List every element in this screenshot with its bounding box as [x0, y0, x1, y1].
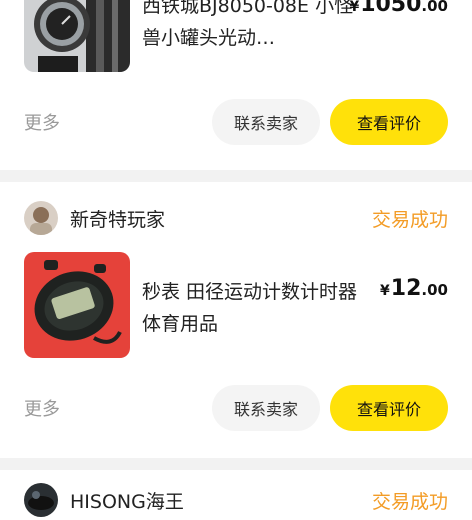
- order-actions: 更多 联系卖家 查看评价: [24, 98, 448, 146]
- contact-seller-button[interactable]: 联系卖家: [211, 99, 320, 145]
- more-link[interactable]: 更多: [24, 395, 212, 421]
- status-badge: 交易成功: [371, 490, 448, 513]
- stopwatch-thumbnail: [24, 252, 130, 358]
- product-price: ¥12.00: [380, 276, 448, 301]
- avatar[interactable]: [24, 483, 58, 517]
- product-image-stopwatch[interactable]: [24, 252, 130, 358]
- order-card[interactable]: 西铁城BJ8050-08E 小怪兽小罐头光动… ¥1050.00 更多 联系卖家…: [0, 0, 472, 168]
- card-divider: [0, 170, 472, 182]
- order-card[interactable]: 新奇特玩家 交易成功 秒表 田径运动计数计时器 体育用品 ¥12.00 更多 联…: [0, 182, 472, 458]
- contact-seller-button[interactable]: 联系卖家: [211, 385, 320, 431]
- more-link[interactable]: 更多: [24, 109, 212, 135]
- view-review-button[interactable]: 查看评价: [330, 99, 448, 145]
- product-image-watch[interactable]: [24, 0, 130, 72]
- seller-avatar-image: [24, 483, 58, 517]
- seller-row[interactable]: HISONG海王 交易成功: [24, 480, 448, 520]
- seller-name[interactable]: HISONG海王: [70, 487, 372, 514]
- product-price: ¥1050.00: [349, 0, 448, 17]
- seller-row[interactable]: 新奇特玩家 交易成功: [24, 198, 448, 238]
- order-actions: 更多 联系卖家 查看评价: [24, 384, 448, 432]
- avatar[interactable]: [24, 201, 58, 235]
- seller-avatar-image: [24, 201, 58, 235]
- order-card[interactable]: HISONG海王 交易成功: [0, 470, 472, 520]
- seller-name[interactable]: 新奇特玩家: [70, 205, 372, 232]
- watch-thumbnail: [24, 0, 130, 72]
- product-title[interactable]: 西铁城BJ8050-08E 小怪兽小罐头光动…: [142, 0, 360, 54]
- card-divider: [0, 458, 472, 470]
- view-review-button[interactable]: 查看评价: [330, 385, 448, 431]
- product-title[interactable]: 秒表 田径运动计数计时器 体育用品: [142, 276, 360, 340]
- status-badge: 交易成功: [371, 208, 448, 231]
